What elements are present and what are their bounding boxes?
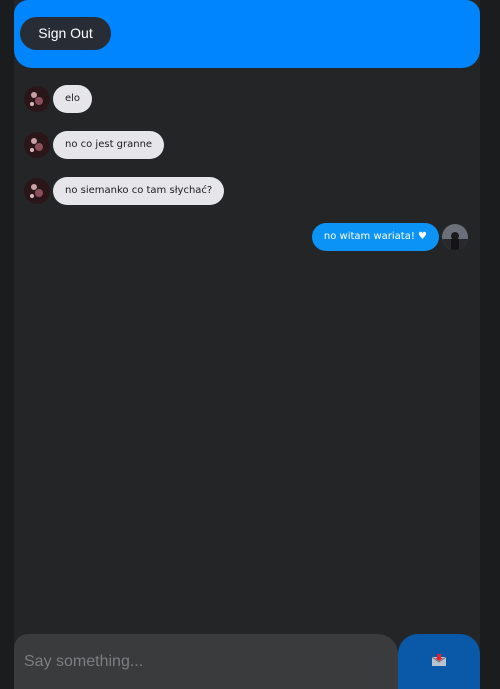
message-row: no siemanko co tam słychać?: [24, 177, 225, 205]
user-avatar-icon: [24, 86, 50, 112]
send-button[interactable]: [398, 634, 480, 689]
message-bubble: elo: [53, 85, 93, 113]
chat-app: Sign Out elo no co jest granne no sieman…: [14, 0, 480, 689]
user-avatar-icon: [24, 132, 50, 158]
message-text: no witam wariata!: [323, 231, 415, 242]
message-row: no co jest granne: [24, 131, 165, 159]
user-avatar-icon: [24, 178, 50, 204]
send-mail-icon: [431, 653, 447, 670]
message-row: elo: [24, 85, 93, 113]
message-input[interactable]: [14, 634, 398, 689]
header-bar: Sign Out: [14, 0, 480, 68]
heart-icon: ♥: [418, 231, 427, 242]
sign-out-button[interactable]: Sign Out: [20, 17, 111, 50]
message-bubble: no co jest granne: [53, 131, 165, 159]
message-bubble: no siemanko co tam słychać?: [53, 177, 225, 205]
message-list: elo no co jest granne no siemanko co tam…: [14, 68, 480, 634]
message-composer: [14, 634, 480, 689]
message-bubble: no witam wariata! ♥: [311, 223, 439, 251]
user-avatar-icon: [442, 224, 468, 250]
message-row: no witam wariata! ♥: [311, 223, 468, 251]
